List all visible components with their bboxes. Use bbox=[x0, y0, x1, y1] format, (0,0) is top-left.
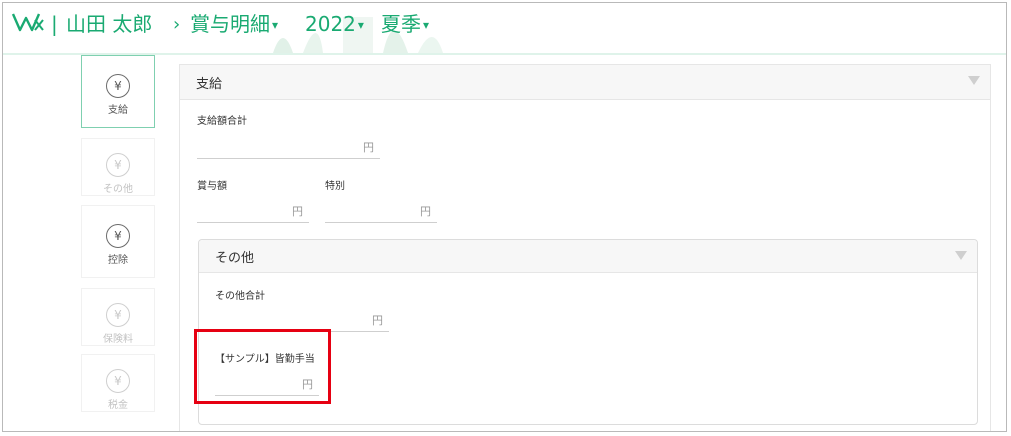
sidebar-item-insurance[interactable]: ¥ 保険料 bbox=[81, 288, 155, 346]
yen-icon: ¥ bbox=[106, 369, 130, 393]
total-payment-label: 支給額合計 bbox=[197, 116, 247, 127]
unit-label: 円 bbox=[292, 205, 303, 218]
sidebar-item-label: 税金 bbox=[108, 400, 128, 411]
subpanel-title: その他 bbox=[215, 251, 255, 266]
yen-icon: ¥ bbox=[106, 303, 130, 327]
panel-title: 支給 bbox=[196, 77, 223, 92]
total-payment-field[interactable]: 円 bbox=[197, 135, 380, 159]
other-total-label: その他合計 bbox=[215, 291, 265, 302]
chevron-down-icon: ▾ bbox=[357, 18, 364, 32]
year-dropdown[interactable]: 2022 ▾ bbox=[305, 11, 364, 38]
sidebar-item-label: その他 bbox=[103, 184, 133, 195]
season-dropdown[interactable]: 夏季 ▾ bbox=[381, 11, 429, 38]
special-label: 特別 bbox=[325, 181, 345, 192]
year-label: 2022 bbox=[305, 12, 356, 36]
header-bar: | 山田 太郎 › 賞与明細 ▾ 2022 ▾ 夏季 ▾ bbox=[3, 3, 1006, 55]
breadcrumb-payslip-label: 賞与明細 bbox=[190, 12, 270, 36]
section-sidebar: ¥ 支給 ¥ その他 ¥ 控除 ¥ 保険料 ¥ 税金 bbox=[81, 54, 157, 431]
chevron-down-icon: ▾ bbox=[423, 18, 430, 32]
logo-icon[interactable] bbox=[11, 10, 45, 36]
sidebar-item-payment[interactable]: ¥ 支給 bbox=[81, 55, 155, 128]
sidebar-item-other[interactable]: ¥ その他 bbox=[81, 138, 155, 196]
unit-label: 円 bbox=[372, 314, 383, 327]
breadcrumb-chevron-icon: › bbox=[173, 14, 181, 35]
sidebar-item-label: 支給 bbox=[108, 105, 128, 116]
other-subpanel-header[interactable]: その他 bbox=[199, 240, 977, 273]
payment-panel-header[interactable]: 支給 bbox=[180, 65, 990, 100]
chevron-down-icon: ▾ bbox=[272, 18, 279, 32]
yen-icon: ¥ bbox=[106, 153, 130, 177]
bonus-amount-label: 賞与額 bbox=[197, 181, 227, 192]
unit-label: 円 bbox=[363, 141, 374, 154]
highlight-box bbox=[194, 329, 331, 404]
unit-label: 円 bbox=[420, 205, 431, 218]
special-field[interactable]: 円 bbox=[325, 199, 437, 223]
sidebar-item-deduction[interactable]: ¥ 控除 bbox=[81, 205, 155, 278]
collapse-icon[interactable] bbox=[968, 76, 980, 85]
user-name[interactable]: 山田 太郎 bbox=[66, 11, 152, 37]
sidebar-item-label: 控除 bbox=[108, 255, 128, 266]
breadcrumb-payslip-dropdown[interactable]: 賞与明細 ▾ bbox=[190, 11, 278, 38]
season-label: 夏季 bbox=[381, 12, 421, 36]
header-separator: | bbox=[51, 12, 58, 36]
app-window: | 山田 太郎 › 賞与明細 ▾ 2022 ▾ 夏季 ▾ ¥ 支給 ¥ その他 ¥ 控… bbox=[2, 2, 1007, 432]
yen-icon: ¥ bbox=[106, 224, 130, 248]
bonus-amount-field[interactable]: 円 bbox=[197, 199, 309, 223]
sidebar-item-tax[interactable]: ¥ 税金 bbox=[81, 354, 155, 412]
yen-icon: ¥ bbox=[106, 74, 130, 98]
sidebar-item-label: 保険料 bbox=[103, 334, 133, 345]
collapse-icon[interactable] bbox=[955, 251, 967, 260]
